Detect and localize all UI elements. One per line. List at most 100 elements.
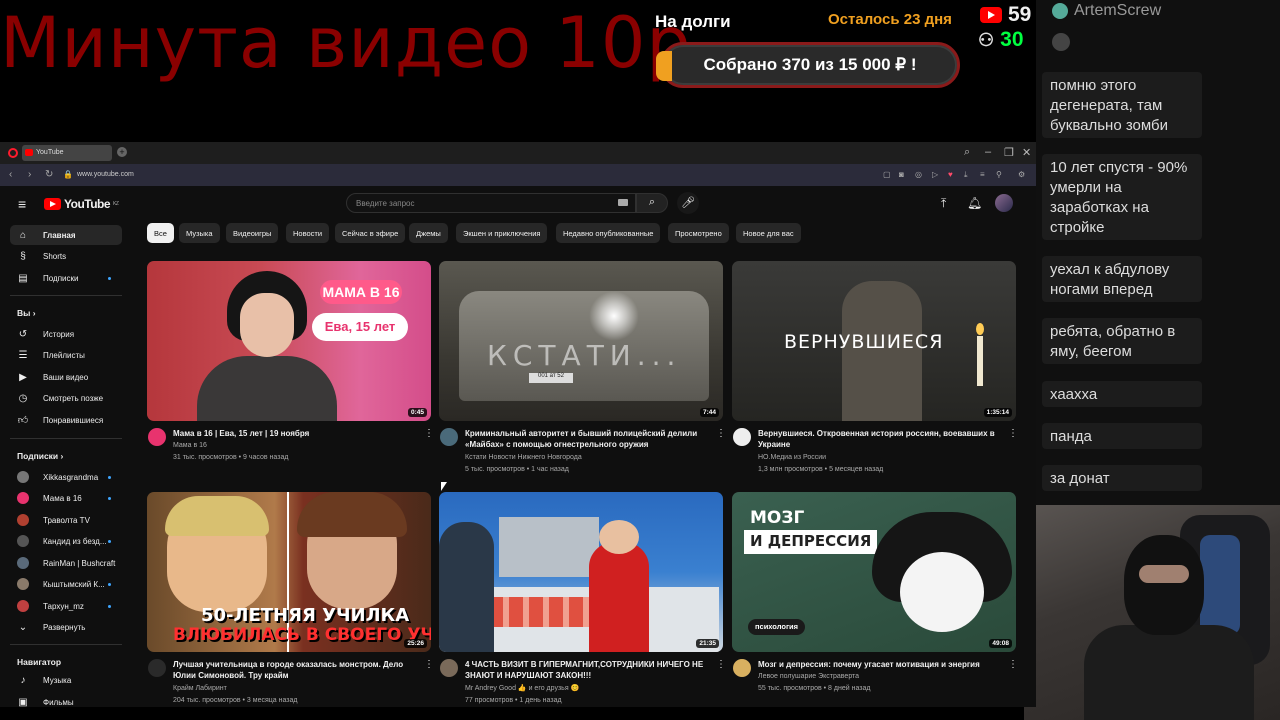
settings-icon[interactable]: ⚙ [1018, 170, 1025, 179]
sidebar-item-subscriptions[interactable]: ▤ Подписки [10, 268, 122, 288]
more-options-icon[interactable]: ⋮ [716, 659, 726, 670]
sidebar-item-music[interactable]: ♪ Музыка [10, 670, 122, 690]
sidebar-sub-channel[interactable]: Траволта TV [10, 510, 122, 530]
new-tab-button[interactable]: + [117, 147, 127, 157]
video-thumbnail[interactable]: КСТАТИ... 001 ат 52 7:44 [439, 261, 723, 421]
hamburger-menu-icon[interactable]: ≡ [18, 196, 26, 212]
thumbnail-text: ВЛЮБИЛАСЬ В СВОЕГО УЧЕНИКА [173, 625, 431, 645]
chip-music[interactable]: Музыка [179, 223, 220, 243]
chip-jams[interactable]: Джемы [409, 223, 448, 243]
channel-name[interactable]: Mr Andrey Good 👍 и его друзья 😊 [465, 683, 579, 694]
more-options-icon[interactable]: ⋮ [1008, 428, 1018, 439]
video-thumbnail[interactable]: МОЗГ И ДЕПРЕССИЯ психология 49:08 [732, 492, 1016, 652]
chip-new-for-you[interactable]: Новое для вас [736, 223, 801, 243]
voice-search-button[interactable]: 🎤︎ [677, 192, 699, 214]
overlay-title: Минута видео 10р [0, 2, 692, 84]
chip-watched[interactable]: Просмотрено [668, 223, 729, 243]
sidebar-expand[interactable]: ⌄ Развернуть [10, 617, 122, 637]
sidebar-sub-channel[interactable]: Мама в 16 [10, 488, 122, 508]
reload-icon[interactable]: ↻ [45, 169, 53, 180]
more-options-icon[interactable]: ⋮ [424, 659, 434, 670]
channel-avatar[interactable] [733, 659, 751, 677]
minimize-button[interactable]: – [985, 146, 991, 158]
heart-icon[interactable]: ♥ [948, 170, 953, 179]
webcam-feed [1024, 505, 1280, 720]
create-upload-icon[interactable]: ⤒ [941, 196, 946, 211]
tab-youtube[interactable]: YouTube [22, 145, 112, 161]
play-icon[interactable]: ▷ [932, 170, 938, 179]
sidebar-sub-channel[interactable]: Xikkasgrandma [10, 467, 122, 487]
chip-news[interactable]: Новости [286, 223, 330, 243]
download-icon[interactable]: ⤓ [964, 170, 968, 180]
extension-icon[interactable]: ▢ [883, 170, 891, 179]
search-icon: ⌕ [648, 196, 656, 208]
channel-avatar[interactable] [440, 428, 458, 446]
camera-icon[interactable]: ◙ [899, 170, 904, 179]
sidebar-item-label: Развернуть [43, 622, 86, 632]
video-title[interactable]: Вернувшиеся. Откровенная история россиян… [758, 428, 998, 450]
video-thumbnail[interactable]: ВЕРНУВШИЕСЯ 1:35:14 [732, 261, 1016, 421]
maximize-button[interactable]: ❐ [1004, 146, 1014, 159]
more-options-icon[interactable]: ⋮ [424, 428, 434, 439]
account-icon[interactable]: ⚲ [996, 170, 1002, 179]
sidebar-item-shorts[interactable]: § Shorts [10, 246, 122, 266]
channel-name[interactable]: Кстати Новости Нижнего Новгорода [465, 452, 582, 463]
chat-message: ребята, обратно в яму, беегом [1042, 318, 1202, 364]
forward-icon[interactable]: › [28, 169, 31, 180]
video-title[interactable]: Лучшая учительница в городе оказалась мо… [173, 659, 413, 681]
home-icon: ⌂ [19, 229, 27, 241]
search-button[interactable]: ⌕ [636, 193, 668, 213]
chip-action[interactable]: Экшен и приключения [456, 223, 548, 243]
sidebar-sub-channel[interactable]: RainMan | Bushcraft [10, 553, 122, 573]
channel-name[interactable]: Крайм Лабиринт [173, 683, 227, 694]
channel-avatar[interactable] [733, 428, 751, 446]
video-title[interactable]: Мозг и депрессия: почему угасает мотивац… [758, 659, 998, 670]
sidebar-item-your-videos[interactable]: ▶ Ваши видео [10, 367, 122, 387]
search-input[interactable]: Введите запрос [346, 193, 636, 213]
back-icon[interactable]: ‹ [9, 169, 12, 180]
search-tabs-icon[interactable]: ⌕ [964, 146, 970, 159]
more-options-icon[interactable]: ⋮ [1008, 659, 1018, 670]
sidebar-item-movies[interactable]: ▣ Фильмы [10, 692, 122, 708]
more-options-icon[interactable]: ⋮ [716, 428, 726, 439]
sidebar-item-watch-later[interactable]: ◷ Смотреть позже [10, 388, 122, 408]
sidebar-item-history[interactable]: ↺ История [10, 324, 122, 344]
browser-window: YouTube + ⌕ – ❐ ✕ ‹ › ↻ 🔒 www.youtube.co… [0, 142, 1036, 707]
sidebar-item-home[interactable]: ⌂ Главная [10, 225, 122, 245]
sidebar-you-header[interactable]: Вы › [17, 308, 36, 318]
account-avatar[interactable] [995, 194, 1013, 212]
channel-name[interactable]: НО.Медиа из России [758, 452, 826, 463]
sidebar-item-playlists[interactable]: ☰ Плейлисты [10, 345, 122, 365]
chip-videogames[interactable]: Видеоигры [226, 223, 279, 243]
sidebar-sub-channel[interactable]: Кандид из безд... [10, 531, 122, 551]
chip-all[interactable]: Все [147, 223, 174, 243]
sidebar-item-liked[interactable]: 👍︎ Понравившиеся [10, 410, 122, 430]
opera-icon[interactable] [8, 148, 18, 158]
video-title[interactable]: 4 ЧАСТЬ ВИЗИТ В ГИПЕРМАГНИТ,СОТРУДНИКИ Н… [465, 659, 705, 681]
channel-avatar[interactable] [148, 659, 166, 677]
menu-lines-icon[interactable]: ≡ [980, 170, 985, 179]
url-field[interactable]: www.youtube.com [77, 171, 134, 178]
channel-avatar[interactable] [440, 659, 458, 677]
sidebar-sub-channel[interactable]: Кыштымский К... [10, 574, 122, 594]
keyboard-icon[interactable] [618, 199, 628, 206]
sidebar-item-label: Понравившиеся [43, 415, 104, 425]
video-title[interactable]: Мама в 16 | Ева, 15 лет | 19 ноября [173, 428, 413, 439]
video-thumbnail[interactable]: МАМА В 16 Ева, 15 лет 0:45 [147, 261, 431, 421]
channel-avatar[interactable] [148, 428, 166, 446]
youtube-play-icon [44, 198, 61, 210]
video-title[interactable]: Криминальный авторитет и бывший полицейс… [465, 428, 705, 450]
sidebar-subscriptions-header[interactable]: Подписки › [17, 451, 63, 461]
channel-name[interactable]: Мама в 16 [173, 440, 207, 451]
channel-name[interactable]: Левое полушарие Экстраверта [758, 671, 859, 682]
close-button[interactable]: ✕ [1022, 146, 1031, 159]
youtube-logo[interactable]: YouTube KZ [44, 197, 119, 211]
chip-recent[interactable]: Недавно опубликованные [556, 223, 661, 243]
video-thumbnail[interactable]: 50-ЛЕТНЯЯ УЧИЛКА ВЛЮБИЛАСЬ В СВОЕГО УЧЕН… [147, 492, 431, 652]
notifications-bell-icon[interactable]: 🔔︎ [967, 196, 982, 210]
subscriptions-icon: ▤ [18, 272, 28, 284]
adblock-icon[interactable]: ◎ [915, 170, 922, 179]
sidebar-sub-channel[interactable]: Тархун_mz [10, 596, 122, 616]
video-thumbnail[interactable]: 21:35 [439, 492, 723, 652]
chip-live[interactable]: Сейчас в эфире [335, 223, 406, 243]
